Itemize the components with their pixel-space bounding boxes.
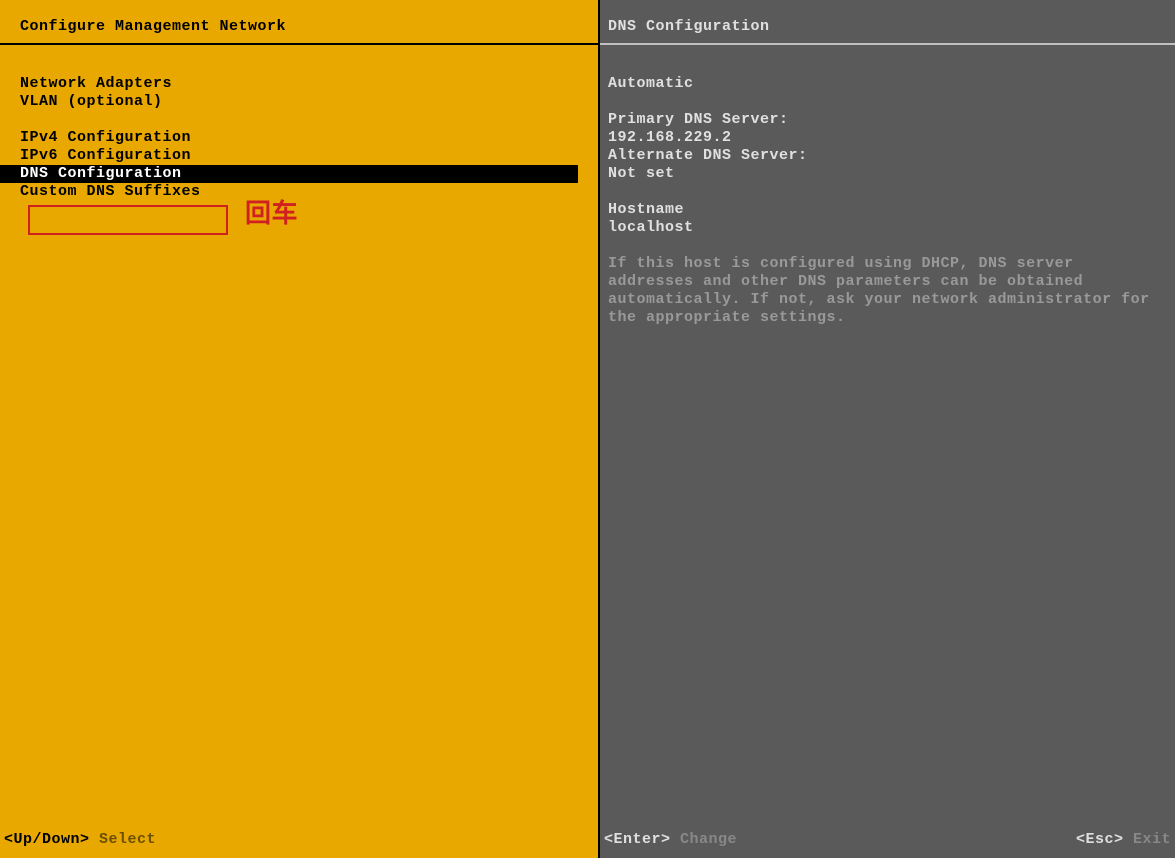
menu-item-ipv6[interactable]: IPv6 Configuration	[20, 147, 578, 165]
footer-updown-key: <Up/Down>	[4, 831, 90, 848]
left-panel-title: Configure Management Network	[0, 0, 598, 45]
menu-item-dns[interactable]: DNS Configuration	[0, 165, 578, 183]
hostname-value: localhost	[608, 219, 1167, 237]
alternate-dns-label: Alternate DNS Server:	[608, 147, 1167, 165]
footer-exit-action: Exit	[1133, 831, 1171, 848]
hostname-label: Hostname	[608, 201, 1167, 219]
menu-item-custom-dns[interactable]: Custom DNS Suffixes	[20, 183, 578, 201]
menu-item-vlan[interactable]: VLAN (optional)	[20, 93, 578, 111]
footer-enter-key: <Enter>	[604, 831, 671, 848]
footer-change-action: Change	[680, 831, 737, 848]
primary-dns-label: Primary DNS Server:	[608, 111, 1167, 129]
annotation-highlight-box	[28, 205, 228, 235]
left-panel: Configure Management Network Network Ada…	[0, 0, 600, 858]
left-footer: <Up/Down> Select	[0, 825, 598, 858]
detail-body: Automatic Primary DNS Server: 192.168.22…	[600, 45, 1175, 825]
right-panel: DNS Configuration Automatic Primary DNS …	[600, 0, 1175, 858]
alternate-dns-value: Not set	[608, 165, 1167, 183]
footer-select-action: Select	[99, 831, 156, 848]
menu-item-ipv4[interactable]: IPv4 Configuration	[20, 129, 578, 147]
right-panel-title: DNS Configuration	[600, 0, 1175, 45]
help-text: If this host is configured using DHCP, D…	[608, 255, 1167, 327]
right-footer: <Enter> Change <Esc> Exit	[600, 825, 1175, 858]
primary-dns-value: 192.168.229.2	[608, 129, 1167, 147]
dns-mode: Automatic	[608, 75, 1167, 93]
menu-body: Network Adapters VLAN (optional) IPv4 Co…	[0, 45, 598, 825]
footer-esc-key: <Esc>	[1076, 831, 1124, 848]
menu-item-network-adapters[interactable]: Network Adapters	[20, 75, 578, 93]
